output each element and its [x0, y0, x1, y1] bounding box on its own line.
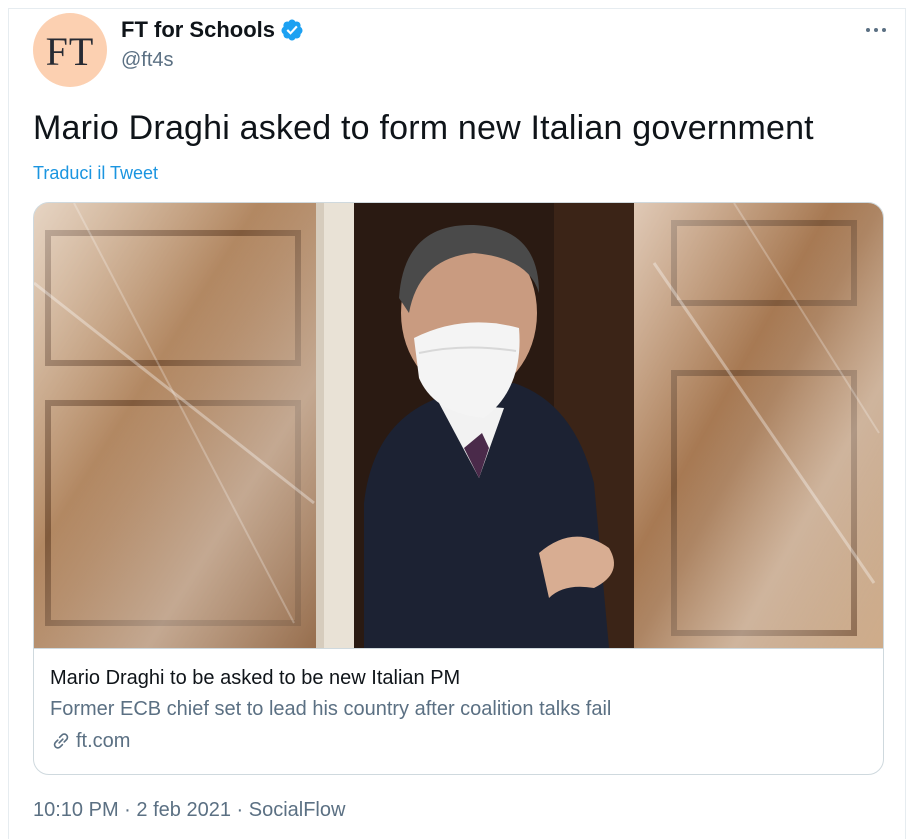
author-name-row: FT for Schools	[121, 17, 304, 43]
link-icon	[53, 733, 69, 749]
tweet: FT FT for Schools @ft4s Mario Draghi ask…	[8, 8, 906, 839]
tweet-source[interactable]: SocialFlow	[249, 799, 346, 821]
meta-separator: ·	[236, 799, 244, 821]
more-options-icon[interactable]	[861, 15, 891, 45]
meta-separator: ·	[124, 799, 131, 821]
avatar-text: FT	[45, 28, 95, 74]
translate-tweet-link[interactable]: Traduci il Tweet	[33, 163, 158, 184]
verified-badge-icon	[281, 19, 303, 41]
card-image[interactable]	[34, 203, 883, 649]
card-title: Mario Draghi to be asked to be new Itali…	[50, 667, 461, 689]
tweet-meta: 10:10 PM · 2 feb 2021 · SocialFlow	[33, 799, 345, 822]
author-handle[interactable]: @ft4s	[121, 49, 174, 72]
tweet-date[interactable]: 2 feb 2021	[136, 799, 231, 821]
card-domain: ft.com	[76, 730, 131, 752]
link-card[interactable]: Mario Draghi to be asked to be new Itali…	[33, 202, 884, 775]
card-body: Mario Draghi to be asked to be new Itali…	[50, 663, 867, 757]
author-name[interactable]: FT for Schools	[121, 17, 275, 43]
card-domain-row: ft.com	[50, 725, 867, 757]
avatar[interactable]: FT	[33, 13, 107, 87]
card-photo	[34, 203, 883, 648]
tweet-text: Mario Draghi asked to form new Italian g…	[33, 109, 814, 147]
tweet-time[interactable]: 10:10 PM	[33, 799, 119, 821]
card-description: Former ECB chief set to lead his country…	[50, 698, 612, 720]
